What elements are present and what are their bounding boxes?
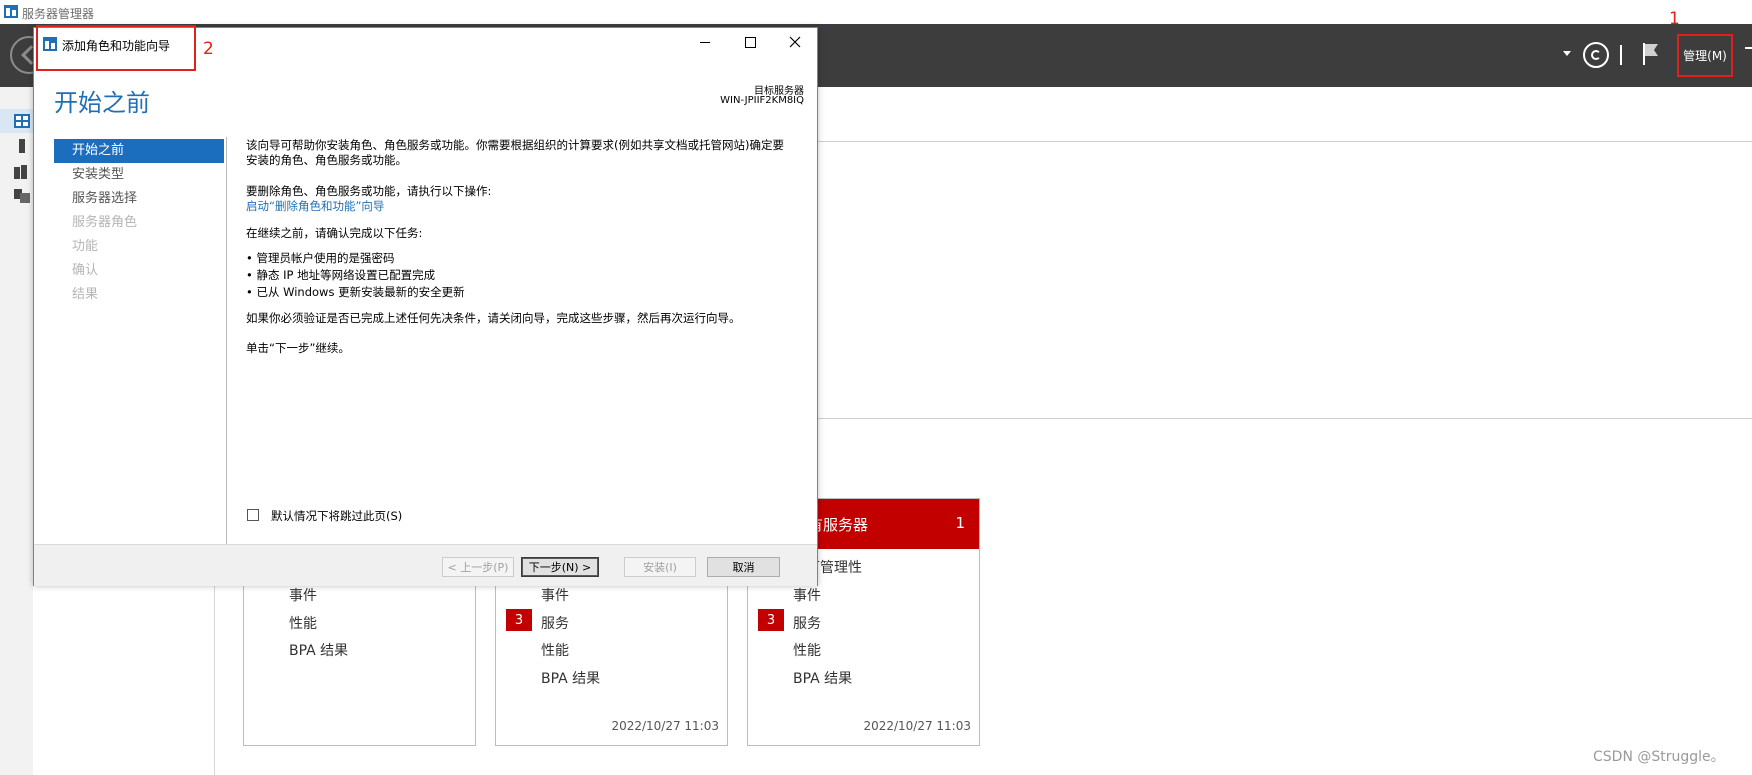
task-list-item: • 管理员帐户使用的是强密码 [246, 251, 395, 265]
verify-text: 如果你必须验证是否已完成上述任何先决条件，请关闭向导，完成这些步骤，然后再次运行… [246, 311, 741, 325]
steps-divider [226, 137, 227, 549]
task-text: 静态 IP 地址等网络设置已配置完成 [256, 268, 436, 282]
previous-button[interactable]: < 上一步(P) [442, 557, 514, 577]
local-server-icon[interactable] [14, 139, 30, 153]
tools-menu-button-partial[interactable] [1745, 47, 1752, 49]
server-manager-icon [4, 5, 18, 18]
close-icon [789, 36, 801, 48]
manage-menu-label: 管理(M) [1683, 49, 1727, 63]
all-servers-icon[interactable] [14, 165, 30, 179]
chevron-down-icon[interactable] [1563, 51, 1571, 56]
alert-count-badge: 3 [758, 609, 784, 631]
target-server-value: WIN-JPIIF2KM8IQ [720, 95, 804, 106]
intro-text: 该向导可帮助你安装角色、角色服务或功能。你需要根据组织的计算要求(例如共享文档或… [246, 138, 784, 167]
step-installation-type[interactable]: 安装类型 [54, 163, 224, 187]
tile-timestamp: 2022/10/27 11:03 [863, 719, 971, 733]
file-storage-icon[interactable] [14, 189, 30, 203]
flag-icon[interactable] [1642, 42, 1660, 66]
alert-count-badge: 3 [506, 609, 532, 631]
step-server-selection[interactable]: 服务器选择 [54, 187, 224, 211]
dashboard-icon [14, 114, 30, 128]
step-results: 结果 [72, 287, 99, 302]
watermark: CSDN @Struggle。 [1593, 749, 1725, 765]
task-text: 管理员帐户使用的是强密码 [256, 251, 395, 265]
skip-page-label[interactable]: 默认情况下将跳过此页(S) [271, 508, 402, 524]
install-button[interactable]: 安装(I) [624, 557, 696, 577]
tile-row-bpa[interactable]: BPA 结果 [793, 668, 852, 688]
welcome-panel-bottom-border [818, 418, 1752, 419]
annotation-highlight-box [36, 25, 196, 71]
tile-row-events[interactable]: 事件 [541, 585, 569, 605]
step-features: 功能 [72, 239, 99, 254]
rail-item-dashboard[interactable] [0, 109, 33, 133]
tile-timestamp: 2022/10/27 11:03 [611, 719, 719, 733]
task-list-item: • 静态 IP 地址等网络设置已配置完成 [246, 268, 436, 282]
tile-row-bpa[interactable]: BPA 结果 [541, 668, 600, 688]
minimize-button[interactable] [682, 28, 728, 56]
add-roles-wizard-dialog: 添加角色和功能向导 2 开始之前 目标服务器 WIN-JPIIF2KM8IQ 开… [33, 25, 818, 586]
task-list-item: • 已从 Windows 更新安装最新的安全更新 [246, 285, 465, 299]
app-titlebar: 服务器管理器 [0, 0, 1752, 25]
close-button[interactable] [772, 28, 818, 56]
maximize-button[interactable] [727, 28, 773, 56]
task-text: 已从 Windows 更新安装最新的安全更新 [256, 285, 465, 299]
header-separator [1620, 45, 1622, 65]
annotation-number-2: 2 [203, 39, 214, 59]
skip-page-checkbox[interactable] [247, 509, 259, 521]
cancel-button[interactable]: 取消 [707, 557, 780, 577]
next-button[interactable]: 下一步(N) > [521, 557, 599, 577]
tile-row-services[interactable]: 服务 [541, 613, 569, 633]
page-heading: 开始之前 [54, 89, 150, 117]
step-server-roles: 服务器角色 [72, 215, 138, 230]
wizard-button-bar: < 上一步(P) 下一步(N) > 安装(I) 取消 [34, 544, 817, 586]
tile-row-services[interactable]: 服务 [793, 613, 821, 633]
left-nav-rail [0, 87, 33, 775]
tile-row-events[interactable]: 事件 [793, 585, 821, 605]
tile-row-performance[interactable]: 性能 [289, 613, 317, 633]
tile-row-performance[interactable]: 性能 [541, 640, 569, 660]
annotation-number-1: 1 [1669, 9, 1680, 29]
manage-menu-button[interactable]: 管理(M) [1677, 34, 1733, 77]
tile-header-count: 1 [955, 514, 965, 532]
continue-text: 单击“下一步”继续。 [246, 341, 350, 355]
refresh-icon[interactable] [1583, 42, 1609, 68]
tile-row-performance[interactable]: 性能 [793, 640, 821, 660]
tile-row-events[interactable]: 事件 [289, 585, 317, 605]
welcome-panel-top-border [818, 141, 1752, 142]
confirm-prompt-text: 在继续之前，请确认完成以下任务: [246, 226, 423, 240]
app-title: 服务器管理器 [22, 7, 95, 21]
step-confirmation: 确认 [72, 263, 99, 278]
remove-roles-link[interactable]: 启动“删除角色和功能”向导 [246, 199, 384, 214]
remove-prompt-text: 要删除角色、角色服务或功能，请执行以下操作: [246, 184, 492, 198]
tile-row-bpa[interactable]: BPA 结果 [289, 640, 348, 660]
step-before-you-begin[interactable]: 开始之前 [54, 139, 224, 163]
